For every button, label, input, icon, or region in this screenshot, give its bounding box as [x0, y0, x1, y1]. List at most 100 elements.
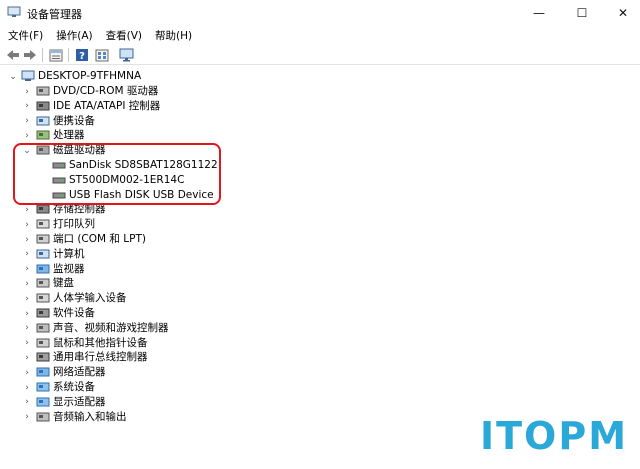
hid-icon [36, 293, 50, 303]
expand-chevron-icon[interactable]: › [22, 114, 32, 129]
tree-item-label: DVD/CD-ROM 驱动器 [53, 85, 159, 97]
expand-chevron-icon[interactable]: › [22, 306, 32, 321]
watermark-logo: ITOPM [480, 414, 629, 458]
tree-item-label: 通用串行总线控制器 [53, 351, 148, 364]
close-button[interactable]: ✕ [600, 0, 640, 26]
portable-device-icon [36, 116, 50, 126]
tree-item[interactable]: › 通用串行总线控制器 [0, 350, 260, 365]
audio-io-icon [36, 412, 50, 422]
processor-icon [36, 130, 50, 140]
tree-item[interactable]: › 端口 (COM 和 LPT) [0, 232, 260, 247]
toolbar-separator [42, 48, 43, 62]
expand-chevron-icon[interactable]: › [22, 84, 32, 99]
expand-chevron-icon[interactable]: › [22, 380, 32, 395]
expand-chevron-icon[interactable]: › [22, 99, 32, 114]
details-button[interactable] [94, 47, 110, 63]
port-icon [36, 234, 50, 244]
tree-item-label: 显示适配器 [53, 395, 106, 408]
tree-item-label: 音频输入和输出 [53, 410, 127, 423]
tree-item[interactable]: › 鼠标和其他指针设备 [0, 336, 260, 351]
tree-item[interactable]: › 显示适配器 [0, 395, 260, 410]
menu-bar: 文件(F) 操作(A) 查看(V) 帮助(H) [0, 26, 640, 45]
sound-icon [36, 323, 50, 333]
properties-icon [49, 49, 63, 61]
tree-item-label: 软件设备 [53, 307, 95, 319]
expand-chevron-icon[interactable]: › [22, 232, 32, 247]
tree-root-label: DESKTOP-9TFHMNA [38, 70, 142, 82]
tree-item[interactable]: › DVD/CD-ROM 驱动器 [0, 84, 260, 99]
tree-item-label: 网络适配器 [53, 366, 106, 379]
tree-item[interactable]: › 软件设备 [0, 306, 260, 321]
expand-chevron-icon[interactable]: › [22, 247, 32, 262]
tree-item[interactable]: › 声音、视频和游戏控制器 [0, 321, 260, 336]
expand-chevron-icon[interactable]: › [22, 336, 32, 351]
collapse-chevron-icon[interactable]: ⌄ [8, 69, 18, 84]
expand-chevron-icon[interactable]: › [22, 217, 32, 232]
tree-item[interactable]: › 人体学输入设备 [0, 291, 260, 306]
expand-chevron-icon[interactable]: › [22, 291, 32, 306]
system-device-icon [36, 382, 50, 392]
expand-chevron-icon[interactable]: › [22, 276, 32, 291]
tree-item[interactable]: › 音频输入和输出 [0, 410, 260, 425]
watermark: ITOPM [470, 408, 640, 469]
expand-chevron-icon[interactable]: › [22, 350, 32, 365]
details-icon [95, 49, 109, 61]
tree-item-label: 处理器 [53, 129, 85, 142]
highlight-annotation [13, 143, 221, 205]
menu-help[interactable]: 帮助(H) [150, 28, 197, 43]
scan-hardware-button[interactable] [118, 47, 134, 63]
display-adapter-icon [36, 397, 50, 407]
forward-icon [24, 50, 36, 60]
expand-chevron-icon[interactable]: › [22, 365, 32, 380]
tree-item[interactable]: › 打印队列 [0, 217, 260, 232]
minimize-button[interactable]: — [516, 0, 562, 26]
back-button[interactable] [5, 47, 21, 63]
toolbar: ? [0, 45, 640, 65]
menu-view[interactable]: 查看(V) [101, 28, 147, 43]
maximize-icon: ☐ [576, 6, 588, 20]
expand-chevron-icon[interactable]: › [22, 128, 32, 143]
tree-item-label: 监视器 [53, 262, 85, 275]
expand-chevron-icon[interactable]: › [22, 321, 32, 336]
help-button[interactable]: ? [74, 47, 90, 63]
tree-item[interactable]: › 网络适配器 [0, 365, 260, 380]
tree-item-label: IDE ATA/ATAPI 控制器 [53, 99, 161, 112]
tree-item[interactable]: › 监视器 [0, 262, 260, 277]
tree-item-label: 系统设备 [53, 381, 95, 393]
maximize-button[interactable]: ☐ [559, 0, 605, 26]
tree-item[interactable]: › 计算机 [0, 247, 260, 262]
title-bar: 设备管理器 — ☐ ✕ [0, 0, 640, 26]
minimize-icon: — [533, 6, 545, 20]
mouse-icon [36, 338, 50, 348]
tree-item[interactable]: › IDE ATA/ATAPI 控制器 [0, 99, 260, 114]
tree-item[interactable]: › 便携设备 [0, 114, 260, 129]
close-icon: ✕ [617, 6, 629, 20]
tree-item[interactable]: › 键盘 [0, 276, 260, 291]
device-manager-app-icon [7, 6, 21, 17]
menu-action[interactable]: 操作(A) [51, 28, 97, 43]
monitor-icon [36, 264, 50, 274]
tree-item[interactable]: › 系统设备 [0, 380, 260, 395]
expand-chevron-icon[interactable]: › [22, 395, 32, 410]
window-title: 设备管理器 [27, 8, 82, 21]
monitor-icon [119, 48, 133, 62]
tree-root[interactable]: ⌄ DESKTOP-9TFHMNA [0, 69, 200, 84]
toolbar-separator [68, 48, 69, 62]
tree-item-label: 鼠标和其他指针设备 [53, 336, 148, 349]
tree-item[interactable]: › 处理器 [0, 128, 260, 143]
svg-text:?: ? [79, 51, 85, 62]
tree-item-label: 便携设备 [53, 114, 95, 127]
expand-chevron-icon[interactable]: › [22, 410, 32, 425]
network-adapter-icon [36, 367, 50, 377]
menu-file[interactable]: 文件(F) [3, 28, 48, 43]
software-device-icon [36, 308, 50, 318]
forward-button[interactable] [22, 47, 38, 63]
properties-button[interactable] [48, 47, 64, 63]
tree-item-label: 人体学输入设备 [53, 292, 127, 305]
dvd-drive-icon [36, 86, 50, 96]
computer-icon [21, 70, 35, 81]
back-icon [7, 50, 19, 60]
ide-controller-icon [36, 101, 50, 111]
tree-item-label: 声音、视频和游戏控制器 [53, 321, 169, 334]
expand-chevron-icon[interactable]: › [22, 262, 32, 277]
